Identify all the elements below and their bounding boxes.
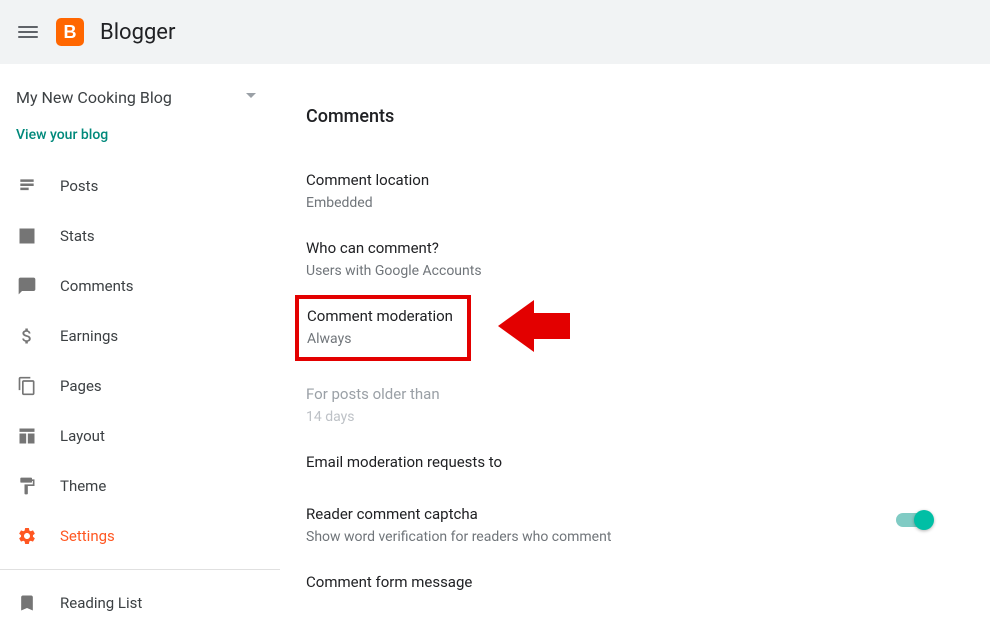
setting-label: Email moderation requests to bbox=[306, 453, 950, 471]
setting-label[interactable]: Comment moderation bbox=[307, 307, 463, 325]
sidebar-item-label: Stats bbox=[60, 227, 95, 245]
setting-comment-location[interactable]: Comment location Embedded bbox=[306, 159, 950, 227]
sidebar-item-posts[interactable]: Posts bbox=[0, 161, 280, 211]
setting-value: Embedded bbox=[306, 195, 950, 211]
sidebar-item-label: Settings bbox=[60, 527, 115, 545]
setting-label: Who can comment? bbox=[306, 239, 950, 257]
section-title: Comments bbox=[306, 106, 950, 127]
sidebar-divider bbox=[0, 569, 280, 570]
pages-icon bbox=[16, 375, 38, 397]
bookmark-icon bbox=[16, 592, 38, 614]
sidebar-item-pages[interactable]: Pages bbox=[0, 361, 280, 411]
sidebar: My New Cooking Blog View your blog Posts… bbox=[0, 64, 280, 615]
blogger-logo-icon: B bbox=[56, 18, 84, 46]
layout-icon bbox=[16, 425, 38, 447]
setting-label: Comment location bbox=[306, 171, 950, 189]
sidebar-item-settings[interactable]: Settings bbox=[0, 511, 280, 561]
sidebar-item-label: Theme bbox=[60, 477, 106, 495]
comments-icon bbox=[16, 275, 38, 297]
sidebar-item-stats[interactable]: Stats bbox=[0, 211, 280, 261]
main-content: Comments Comment location Embedded Who c… bbox=[280, 64, 990, 615]
sidebar-item-label: Reading List bbox=[60, 594, 142, 612]
view-blog-link[interactable]: View your blog bbox=[0, 115, 280, 161]
setting-label: For posts older than bbox=[306, 385, 950, 403]
menu-icon[interactable] bbox=[16, 20, 40, 44]
sidebar-item-earnings[interactable]: Earnings bbox=[0, 311, 280, 361]
sidebar-item-label: Earnings bbox=[60, 327, 118, 345]
setting-email-moderation[interactable]: Email moderation requests to bbox=[306, 441, 950, 493]
setting-label: Reader comment captcha bbox=[306, 505, 611, 523]
highlight-annotation: Comment moderation Always bbox=[295, 295, 471, 361]
blog-selector[interactable]: My New Cooking Blog bbox=[0, 80, 280, 115]
captcha-toggle[interactable] bbox=[896, 513, 932, 527]
posts-icon bbox=[16, 175, 38, 197]
theme-icon bbox=[16, 475, 38, 497]
sidebar-item-label: Comments bbox=[60, 277, 134, 295]
sidebar-item-reading-list[interactable]: Reading List bbox=[0, 578, 280, 628]
sidebar-item-theme[interactable]: Theme bbox=[0, 461, 280, 511]
setting-comment-form-message[interactable]: Comment form message bbox=[306, 561, 950, 613]
chevron-down-icon bbox=[246, 93, 256, 103]
sidebar-item-layout[interactable]: Layout bbox=[0, 411, 280, 461]
earnings-icon bbox=[16, 325, 38, 347]
setting-posts-older-than: For posts older than 14 days bbox=[306, 373, 950, 441]
sidebar-item-label: Layout bbox=[60, 427, 105, 445]
setting-value: Always bbox=[307, 331, 463, 347]
brand-name: Blogger bbox=[100, 20, 175, 45]
setting-who-can-comment[interactable]: Who can comment? Users with Google Accou… bbox=[306, 227, 950, 295]
stats-icon bbox=[16, 225, 38, 247]
sidebar-item-label: Posts bbox=[60, 177, 98, 195]
setting-value: 14 days bbox=[306, 409, 950, 425]
setting-label: Comment form message bbox=[306, 573, 950, 591]
sidebar-item-label: Pages bbox=[60, 377, 102, 395]
setting-reader-captcha[interactable]: Reader comment captcha Show word verific… bbox=[306, 493, 950, 561]
sidebar-item-comments[interactable]: Comments bbox=[0, 261, 280, 311]
blog-name: My New Cooking Blog bbox=[16, 88, 172, 107]
setting-value: Users with Google Accounts bbox=[306, 263, 950, 279]
gear-icon bbox=[16, 525, 38, 547]
setting-value: Show word verification for readers who c… bbox=[306, 529, 611, 545]
app-header: B Blogger bbox=[0, 0, 990, 64]
